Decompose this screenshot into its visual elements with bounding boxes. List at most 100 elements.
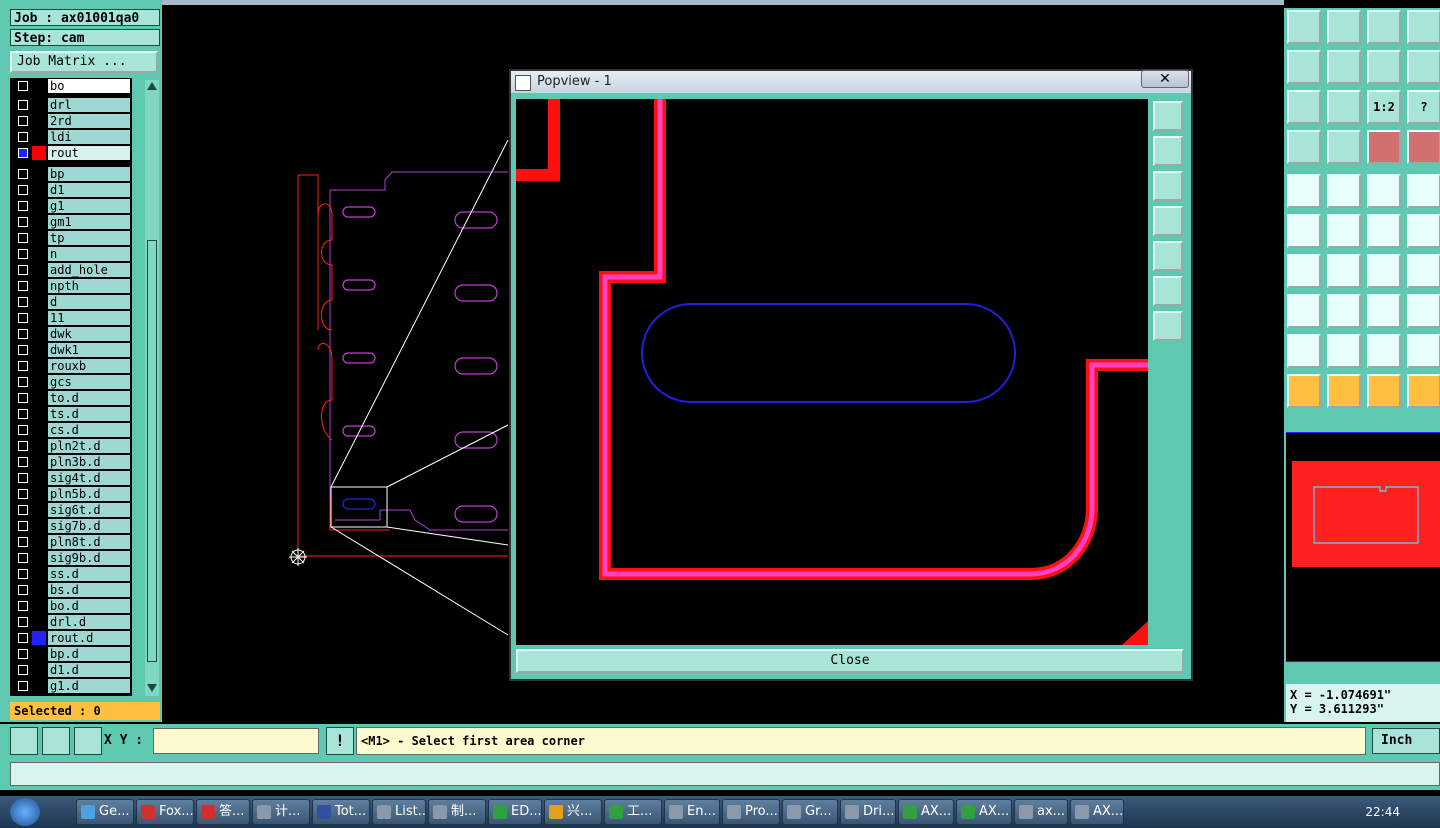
layer-row[interactable]: add_hole	[10, 262, 132, 278]
units-selector[interactable]: Inch	[1372, 728, 1440, 754]
layer-list[interactable]: bo drl 2rd ldi rout bp d1 g1 gm1 tp n add_hole npth d…	[10, 78, 132, 696]
layer-row[interactable]: bo	[10, 78, 132, 94]
layer-row[interactable]: tp	[10, 230, 132, 246]
layer-row[interactable]: rouxb	[10, 358, 132, 374]
layer-row[interactable]: sig4t.d	[10, 470, 132, 486]
pop-pan-right-icon[interactable]	[1153, 241, 1183, 271]
layer-row[interactable]: 2rd	[10, 113, 132, 129]
path-icon[interactable]	[1407, 374, 1440, 408]
select-arrow2-icon[interactable]	[1327, 374, 1361, 408]
line-red-icon[interactable]	[1327, 254, 1361, 288]
ratio-icon[interactable]: 1:2	[1367, 90, 1401, 124]
taskbar-item[interactable]: Fox...	[136, 799, 194, 825]
layer-checkbox[interactable]	[18, 377, 28, 387]
taskbar-item[interactable]: En...	[664, 799, 720, 825]
layer-row[interactable]: bo.d	[10, 598, 132, 614]
layer-row[interactable]: npth	[10, 278, 132, 294]
scroll-up-icon[interactable]	[147, 82, 157, 90]
layer-checkbox[interactable]	[18, 249, 28, 259]
xy-input[interactable]	[153, 728, 319, 754]
layer-row[interactable]: bp	[10, 166, 132, 182]
layer-row[interactable]: ldi	[10, 129, 132, 145]
layer-checkbox[interactable]	[18, 457, 28, 467]
transform-icon[interactable]	[1327, 174, 1361, 208]
net-icon[interactable]	[1367, 130, 1401, 164]
text-a2-icon[interactable]	[1367, 334, 1401, 368]
select-arrow3-icon[interactable]	[1367, 374, 1401, 408]
taskbar-item[interactable]: ED...	[488, 799, 542, 825]
pad-icon[interactable]	[1407, 174, 1440, 208]
layer-row[interactable]: g1	[10, 198, 132, 214]
triangle-icon[interactable]	[1287, 334, 1321, 368]
layer-row[interactable]: rout	[10, 145, 132, 161]
measure-icon[interactable]	[10, 727, 38, 755]
pan-right-icon[interactable]	[1327, 50, 1361, 84]
layer-checkbox[interactable]	[18, 569, 28, 579]
measure-tool-icon[interactable]	[1287, 130, 1321, 164]
text-a-icon[interactable]	[1327, 334, 1361, 368]
scroll-thumb[interactable]	[147, 240, 157, 662]
taskbar-item[interactable]: Ge...	[76, 799, 134, 825]
text-icon[interactable]	[1407, 254, 1440, 288]
taskbar-item[interactable]: AX...	[1070, 799, 1124, 825]
layer-row[interactable]: bs.d	[10, 582, 132, 598]
layer-row[interactable]: pln3b.d	[10, 454, 132, 470]
layer-checkbox[interactable]	[18, 100, 28, 110]
layer-row[interactable]: d1.d	[10, 662, 132, 678]
layer-row[interactable]: bp.d	[10, 646, 132, 662]
taskbar-item[interactable]: 制...	[428, 799, 486, 825]
layer-row[interactable]: pln5b.d	[10, 486, 132, 502]
layer-checkbox[interactable]	[18, 281, 28, 291]
layer-row[interactable]: drl	[10, 97, 132, 113]
taskbar-item[interactable]: List...	[372, 799, 426, 825]
point-icon[interactable]	[1407, 214, 1440, 248]
layer-row[interactable]: d1	[10, 182, 132, 198]
taskbar-item[interactable]: 工...	[604, 799, 662, 825]
layer-row[interactable]: d	[10, 294, 132, 310]
line-icon[interactable]	[1287, 254, 1321, 288]
layer-row[interactable]: dwk1	[10, 342, 132, 358]
layer-checkbox[interactable]	[18, 345, 28, 355]
delete-icon[interactable]	[1327, 214, 1361, 248]
pop-pan-down-icon[interactable]	[1153, 171, 1183, 201]
layer-checkbox[interactable]	[18, 553, 28, 563]
layer-checkbox[interactable]	[18, 217, 28, 227]
layer-row[interactable]: pln8t.d	[10, 534, 132, 550]
layer-row[interactable]: drl.d	[10, 614, 132, 630]
taskbar-item[interactable]: ax...	[1014, 799, 1068, 825]
scroll-down-icon[interactable]	[147, 684, 157, 692]
pop-zoom-out-icon[interactable]	[1153, 276, 1183, 306]
layer-row[interactable]: sig7b.d	[10, 518, 132, 534]
layer-checkbox[interactable]	[18, 665, 28, 675]
start-button-icon[interactable]	[10, 798, 40, 826]
layer-checkbox[interactable]	[18, 148, 28, 158]
layer-row[interactable]: cs.d	[10, 422, 132, 438]
layer-row[interactable]: ts.d	[10, 406, 132, 422]
layer-checkbox[interactable]	[18, 681, 28, 691]
layer-checkbox[interactable]	[18, 81, 28, 91]
pop-zoom-in-icon[interactable]	[1153, 311, 1183, 341]
layer-checkbox[interactable]	[18, 489, 28, 499]
layer-checkbox[interactable]	[18, 521, 28, 531]
layer-checkbox[interactable]	[18, 505, 28, 515]
layer-row[interactable]: n	[10, 246, 132, 262]
group-icon[interactable]	[1407, 294, 1440, 328]
layer-checkbox[interactable]	[18, 585, 28, 595]
layer-checkbox[interactable]	[18, 537, 28, 547]
overview-map[interactable]	[1286, 432, 1440, 662]
layer-checkbox[interactable]	[18, 601, 28, 611]
layer-checkbox[interactable]	[18, 169, 28, 179]
layer-checkbox[interactable]	[18, 361, 28, 371]
layer-checkbox[interactable]	[18, 185, 28, 195]
grid-snap-icon[interactable]	[74, 727, 102, 755]
taskbar-item[interactable]: Gr...	[782, 799, 838, 825]
alert-button[interactable]: !	[326, 727, 354, 755]
layer-checkbox[interactable]	[18, 265, 28, 275]
feature-icon[interactable]	[1287, 294, 1321, 328]
layer-checkbox[interactable]	[18, 617, 28, 627]
home-view-icon[interactable]	[1367, 10, 1401, 44]
line-edit-icon[interactable]	[1327, 294, 1361, 328]
layer-row[interactable]: gcs	[10, 374, 132, 390]
layer-checkbox[interactable]	[18, 233, 28, 243]
pop-zoom-home-icon[interactable]	[1153, 101, 1183, 131]
